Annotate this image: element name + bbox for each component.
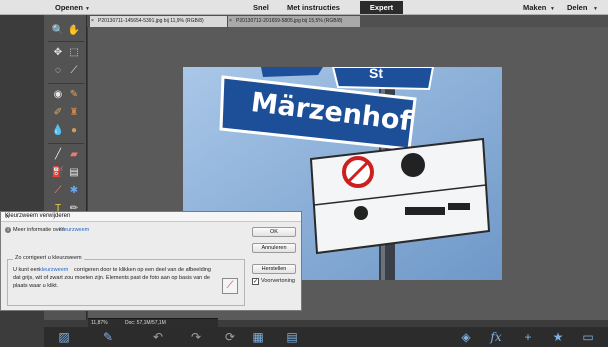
instruction-text: dat grijs, wit of zwart zou moeten zijn.…	[13, 275, 210, 281]
divider	[48, 143, 84, 144]
info-icon: i	[5, 227, 11, 233]
reset-button[interactable]: Herstellen	[252, 264, 296, 274]
rotate-icon[interactable]: ⟳	[222, 329, 238, 345]
smart-brush-icon[interactable]: ✐	[51, 106, 65, 120]
create-menu[interactable]: Maken	[523, 3, 546, 12]
instruction-text: plaats waar u klikt.	[13, 283, 59, 289]
bottom-toolbar: ▨ ✎ ↶ ↷ ⟳ ▦ ▤ ◈ fx + ★ ▭	[44, 327, 608, 347]
doc-size: Doc: 57,1M/57,1M	[125, 320, 166, 326]
instruction-text: U kunt een	[13, 267, 40, 273]
document-tab[interactable]: P20130712-201659-5805.jpg bij 15,5% (RGB…	[228, 16, 360, 27]
dialog-titlebar[interactable]: Kleurzweem verwijderen ×	[1, 212, 301, 222]
blur-tool-icon[interactable]: 💧	[51, 124, 65, 138]
healing-brush-icon[interactable]: ✎	[67, 88, 81, 102]
document-tab-label: P20130712-201659-5805.jpg bij 15,5% (RGB…	[236, 18, 343, 24]
eyedropper-icon[interactable]: ⟋	[51, 184, 65, 198]
layout-icon[interactable]: ▦	[250, 329, 266, 345]
undo-icon[interactable]: ↶	[150, 329, 166, 345]
add-icon[interactable]: +	[520, 329, 536, 345]
layers-icon[interactable]: ◈	[458, 329, 474, 345]
open-menu[interactable]: Openen	[55, 3, 83, 12]
share-menu[interactable]: Delen	[567, 3, 587, 12]
info-link[interactable]: Kleurzweem	[59, 227, 89, 233]
organizer-icon[interactable]: ▤	[284, 329, 300, 345]
status-bar: 11,87% Doc: 57,1M/57,1M	[88, 318, 218, 327]
eraser-tool-icon[interactable]: ▰	[67, 148, 81, 162]
quick-selection-icon[interactable]: ⟋	[67, 64, 81, 78]
cancel-button[interactable]: Annuleren	[252, 243, 296, 253]
move-tool-icon[interactable]: ✥	[51, 46, 65, 60]
document-tab-label: P20130711-145654-5391.jpg bij 11,9% (RGB…	[98, 18, 204, 24]
tab-guided[interactable]: Met instructies	[287, 3, 340, 12]
instruction-link[interactable]: kleurzweem	[39, 267, 68, 273]
chevron-down-icon[interactable]: ▼	[85, 6, 90, 12]
group-title: Zo corrigeert u kleurzweem	[13, 255, 84, 261]
divider	[48, 83, 84, 84]
remove-color-cast-dialog: Kleurzweem verwijderen × i Meer informat…	[0, 211, 302, 311]
hand-tool-icon[interactable]: ✋	[67, 24, 81, 38]
divider	[48, 41, 84, 42]
favorites-icon[interactable]: ★	[550, 329, 566, 345]
gradient-tool-icon[interactable]: ▤	[67, 166, 81, 180]
ok-button[interactable]: OK	[252, 227, 296, 237]
preview-label: Voorvertoning	[261, 278, 295, 284]
chevron-down-icon[interactable]: ▼	[593, 6, 598, 12]
close-icon[interactable]: ×	[5, 212, 298, 221]
tab-expert[interactable]: Expert	[360, 1, 403, 14]
zoom-level: 11,87%	[91, 320, 108, 326]
clone-stamp-icon[interactable]: ♜	[67, 106, 81, 120]
lasso-tool-icon[interactable]: ◌	[51, 64, 65, 78]
close-icon[interactable]: ×	[91, 16, 94, 27]
paint-bucket-icon[interactable]: ⛽	[51, 166, 65, 180]
close-icon[interactable]: ×	[229, 16, 232, 27]
brush-tool-icon[interactable]: ╱	[51, 148, 65, 162]
zoom-tool-icon[interactable]: 🔍	[51, 24, 65, 38]
info-label: Meer informatie over:	[13, 227, 65, 233]
redo-icon[interactable]: ↷	[188, 329, 204, 345]
chevron-down-icon[interactable]: ▼	[550, 6, 555, 12]
red-eye-tool-icon[interactable]: ◉	[51, 88, 65, 102]
document-tabs: P20130711-145654-5391.jpg bij 11,9% (RGB…	[44, 15, 608, 27]
document-tab[interactable]: P20130711-145654-5391.jpg bij 11,9% (RGB…	[90, 16, 227, 27]
top-menu-bar: Openen ▼ Snel Met instructies Expert Mak…	[0, 0, 608, 15]
eyedropper-icon[interactable]: ⟋	[222, 278, 238, 294]
tool-options-icon[interactable]: ✎	[100, 329, 116, 345]
photo-bin-icon[interactable]: ▨	[56, 329, 72, 345]
instruction-text: corrigeren door te klikken op een deel v…	[74, 267, 211, 273]
tab-quick[interactable]: Snel	[253, 3, 269, 12]
more-icon[interactable]: ▭	[580, 329, 596, 345]
sign-fragment-text: St	[369, 67, 383, 81]
marquee-tool-icon[interactable]: ⬚	[67, 46, 81, 60]
sponge-tool-icon[interactable]: ●	[67, 124, 81, 138]
custom-shape-icon[interactable]: ✱	[67, 184, 81, 198]
effects-icon[interactable]: fx	[488, 329, 504, 345]
preview-checkbox[interactable]: ✓	[252, 278, 259, 285]
